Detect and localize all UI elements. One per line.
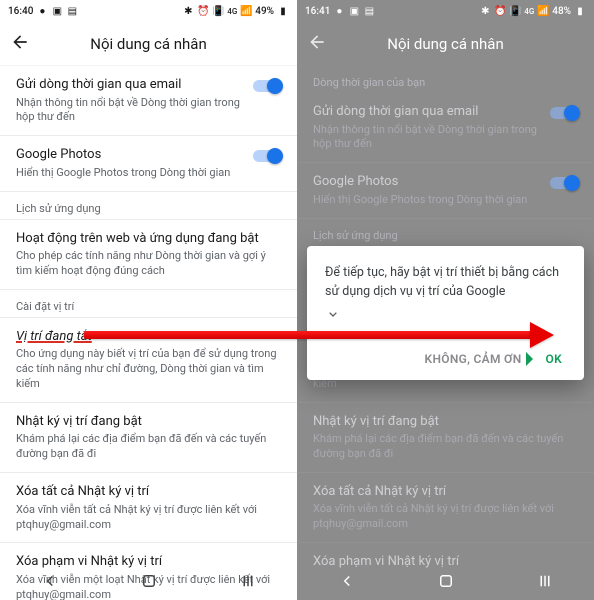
arrow-left-icon (307, 32, 327, 52)
bluetooth-icon: ✱ (479, 5, 491, 17)
android-navbar (0, 562, 297, 600)
row-subtitle: Khám phá lại các địa điểm bạn đã đến và … (313, 432, 578, 462)
dialog-message: Để tiếp tục, hãy bật vị trí thiết bị bằn… (325, 264, 566, 302)
network-label: 4G (524, 7, 534, 16)
row-location-history[interactable]: Nhật ký vị trí đang bật Khám phá lại các… (0, 403, 297, 472)
section-header-timeline: Dòng thời gian của bạn (297, 66, 594, 93)
app-bar: Nội dung cá nhân (297, 22, 594, 66)
messenger-icon: ● (36, 5, 48, 17)
location-permission-dialog: Để tiếp tục, hãy bật vị trí thiết bị bằn… (307, 246, 584, 380)
row-subtitle: Cho ứng dụng này biết vị trí của bạn để … (16, 347, 281, 392)
row-title: Google Photos (16, 146, 241, 164)
row-web-app-activity[interactable]: Hoạt động trên web và ứng dụng đang bật … (0, 220, 297, 289)
app-bar: Nội dung cá nhân (0, 22, 297, 66)
dialog-negative-button[interactable]: KHÔNG, CẢM ƠN (421, 346, 526, 372)
row-title: Gửi dòng thời gian qua email (313, 103, 538, 121)
status-time: 16:41 (305, 6, 330, 17)
row-title: Vị trí đang tắt (16, 328, 281, 346)
page-title: Nội dung cá nhân (387, 35, 504, 53)
row-location-history[interactable]: Nhật ký vị trí đang bật Khám phá lại các… (297, 403, 594, 472)
page-title: Nội dung cá nhân (90, 35, 207, 53)
toggle-email-timeline[interactable] (550, 105, 580, 121)
row-email-timeline[interactable]: Gửi dòng thời gian qua email Nhận thông … (0, 66, 297, 135)
row-subtitle: Nhận thông tin nổi bật về Dòng thời gian… (16, 96, 241, 126)
battery-icon: ▮ (574, 5, 586, 17)
row-subtitle: Xóa vĩnh viễn tất cả Nhật ký vị trí được… (313, 502, 578, 532)
row-title: Xóa tất cả Nhật ký vị trí (16, 483, 281, 501)
row-google-photos[interactable]: Google Photos Hiển thị Google Photos tro… (297, 163, 594, 217)
nav-home-button[interactable] (436, 571, 456, 591)
nav-back-button[interactable] (40, 571, 60, 591)
chevron-down-icon (325, 306, 341, 322)
row-title: Google Photos (313, 173, 538, 191)
network-label: 4G (227, 7, 237, 16)
row-title: Nhật ký vị trí đang bật (16, 413, 281, 431)
status-time: 16:40 (8, 6, 33, 17)
row-email-timeline[interactable]: Gửi dòng thời gian qua email Nhận thông … (297, 93, 594, 162)
arrow-left-icon (10, 32, 30, 52)
right-screenshot: 16:41 ● ▣ ▤ ✱ ⏰ 📳 4G 📶 48% ▮ Nội dung cá… (297, 0, 594, 600)
toggle-email-timeline[interactable] (253, 78, 283, 94)
app-icon: ▣ (51, 5, 63, 17)
battery-label: 48% (552, 6, 571, 17)
alarm-icon: ⏰ (494, 5, 506, 17)
app-icon: ▣ (348, 5, 360, 17)
expand-button[interactable] (325, 306, 566, 326)
vibrate-icon: 📳 (509, 5, 521, 17)
section-header-location: Cài đặt vị trí (0, 290, 297, 317)
nav-home-button[interactable] (139, 571, 159, 591)
row-subtitle: Hiển thị Google Photos trong Dòng thời g… (313, 193, 538, 208)
toggle-google-photos[interactable] (253, 148, 283, 164)
row-subtitle: Cho phép các tính năng như Dòng thời gia… (16, 249, 281, 279)
row-title: Xóa tất cả Nhật ký vị trí (313, 483, 578, 501)
nav-recents-button[interactable] (535, 571, 555, 591)
back-button[interactable] (307, 32, 327, 56)
android-navbar (297, 562, 594, 600)
dialog-positive-button[interactable]: OK (542, 346, 566, 372)
row-delete-all-history[interactable]: Xóa tất cả Nhật ký vị trí Xóa vĩnh viễn … (297, 473, 594, 542)
status-bar: 16:40 ● ▣ ▤ ✱ ⏰ 📳 4G 📶 49% ▮ (0, 0, 297, 22)
signal-icon: 📶 (240, 5, 252, 17)
section-header-app-history: Lịch sử ứng dụng (297, 219, 594, 246)
bluetooth-icon: ✱ (182, 5, 194, 17)
toggle-google-photos[interactable] (550, 175, 580, 191)
alarm-icon: ⏰ (197, 5, 209, 17)
row-subtitle: Khám phá lại các địa điểm bạn đã đến và … (16, 432, 281, 462)
row-title: Hoạt động trên web và ứng dụng đang bật (16, 230, 281, 248)
row-subtitle: Xóa vĩnh viễn tất cả Nhật ký vị trí được… (16, 503, 281, 533)
battery-label: 49% (255, 6, 274, 17)
row-location-off[interactable]: Vị trí đang tắt Cho ứng dụng này biết vị… (0, 318, 297, 402)
row-google-photos[interactable]: Google Photos Hiển thị Google Photos tro… (0, 136, 297, 190)
vibrate-icon: 📳 (212, 5, 224, 17)
settings-list: Gửi dòng thời gian qua email Nhận thông … (0, 66, 297, 600)
signal-icon: 📶 (537, 5, 549, 17)
messenger-icon: ● (333, 5, 345, 17)
section-header-app-history: Lịch sử ứng dụng (0, 192, 297, 219)
app-icon: ▤ (363, 5, 375, 17)
nav-recents-button[interactable] (238, 571, 258, 591)
status-bar: 16:41 ● ▣ ▤ ✱ ⏰ 📳 4G 📶 48% ▮ (297, 0, 594, 22)
battery-icon: ▮ (277, 5, 289, 17)
back-button[interactable] (10, 32, 30, 56)
app-icon: ▤ (66, 5, 78, 17)
dialog-actions: KHÔNG, CẢM ƠN OK (325, 346, 566, 372)
row-subtitle: Hiển thị Google Photos trong Dòng thời g… (16, 166, 241, 181)
row-title: Gửi dòng thời gian qua email (16, 76, 241, 94)
row-delete-all-history[interactable]: Xóa tất cả Nhật ký vị trí Xóa vĩnh viễn … (0, 473, 297, 542)
left-screenshot: 16:40 ● ▣ ▤ ✱ ⏰ 📳 4G 📶 49% ▮ Nội dung cá… (0, 0, 297, 600)
row-subtitle: Nhận thông tin nổi bật về Dòng thời gian… (313, 123, 538, 153)
nav-back-button[interactable] (337, 571, 357, 591)
row-title: Nhật ký vị trí đang bật (313, 413, 578, 431)
